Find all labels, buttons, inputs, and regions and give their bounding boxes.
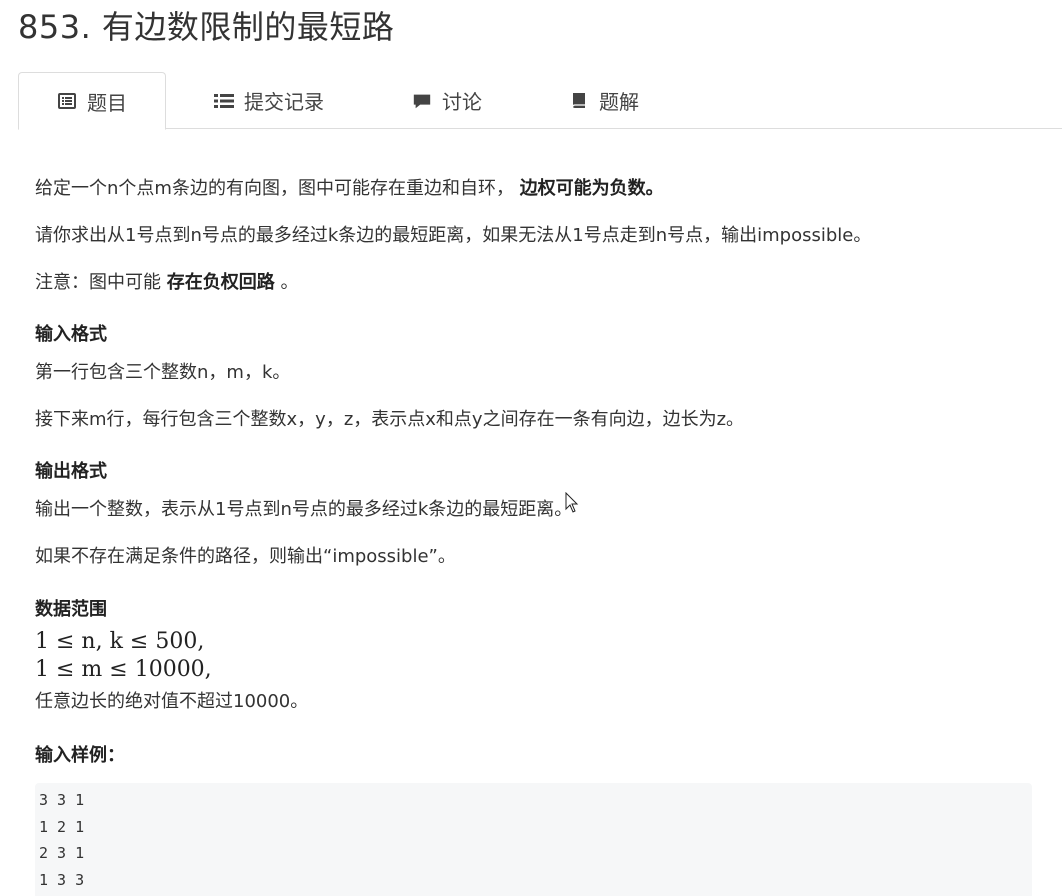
tab-bar: 题目 提交记录 讨论 题解 [18,72,1062,130]
note-text: 注意：图中可能 [35,272,161,293]
intro-bold-text: 边权可能为负数。 [519,178,664,199]
input-format-heading: 输入格式 [35,324,107,345]
problem-intro: 给定一个n个点m条边的有向图，图中可能存在重边和自环， 边权可能为负数。 [35,174,664,200]
tab-problem[interactable]: 题目 [18,72,166,130]
problem-task: 请你求出从1号点到n号点的最多经过k条边的最短距离，如果无法从1号点走到n号点，… [35,225,872,246]
code-line: 2 3 1 [39,844,85,862]
range-constraint-1: 1 ≤ n, k ≤ 500, [35,629,205,654]
tab-submissions-label: 提交记录 [244,90,324,114]
code-line: 3 3 1 [39,791,85,809]
book-icon [569,91,589,111]
output-format-heading: 输出格式 [35,461,107,482]
sample-input-heading: 输入样例： [35,745,125,766]
input-format-line2: 接下来m行，每行包含三个整数x，y，z，表示点x和点y之间存在一条有向边，边长为… [35,409,745,430]
sample-input-code: 3 3 1 1 2 1 2 3 1 1 3 3 [35,783,1032,896]
code-line: 1 3 3 [39,870,85,889]
comment-icon [412,91,432,111]
tab-solutions-label: 题解 [599,90,639,114]
tab-submissions[interactable]: 提交记录 [214,72,324,129]
note-bold-text: 存在负权回路 [166,272,275,293]
input-format-line1: 第一行包含三个整数n，m，k。 [35,362,291,383]
list-icon [214,91,234,111]
problem-note: 注意：图中可能 存在负权回路 。 [35,268,298,294]
range-constraint-2: 1 ≤ m ≤ 10000, [35,657,212,682]
page-title: 853. 有边数限制的最短路 [18,8,395,46]
note-suffix: 。 [280,272,299,293]
mouse-cursor-icon [565,491,579,518]
data-range-heading: 数据范围 [35,599,107,620]
range-text: 任意边长的绝对值不超过10000。 [35,691,309,712]
code-line: 1 2 1 [39,817,85,836]
output-format-line1: 输出一个整数，表示从1号点到n号点的最多经过k条边的最短距离。 [35,499,573,520]
tab-discussion[interactable]: 讨论 [412,72,482,129]
list-alt-icon [57,91,77,111]
tab-solutions[interactable]: 题解 [569,72,639,129]
output-format-line2: 如果不存在满足条件的路径，则输出“impossible”。 [35,546,456,567]
tab-problem-label: 题目 [87,90,127,115]
tab-discussion-label: 讨论 [442,90,482,114]
intro-text: 给定一个n个点m条边的有向图，图中可能存在重边和自环， [35,178,514,199]
